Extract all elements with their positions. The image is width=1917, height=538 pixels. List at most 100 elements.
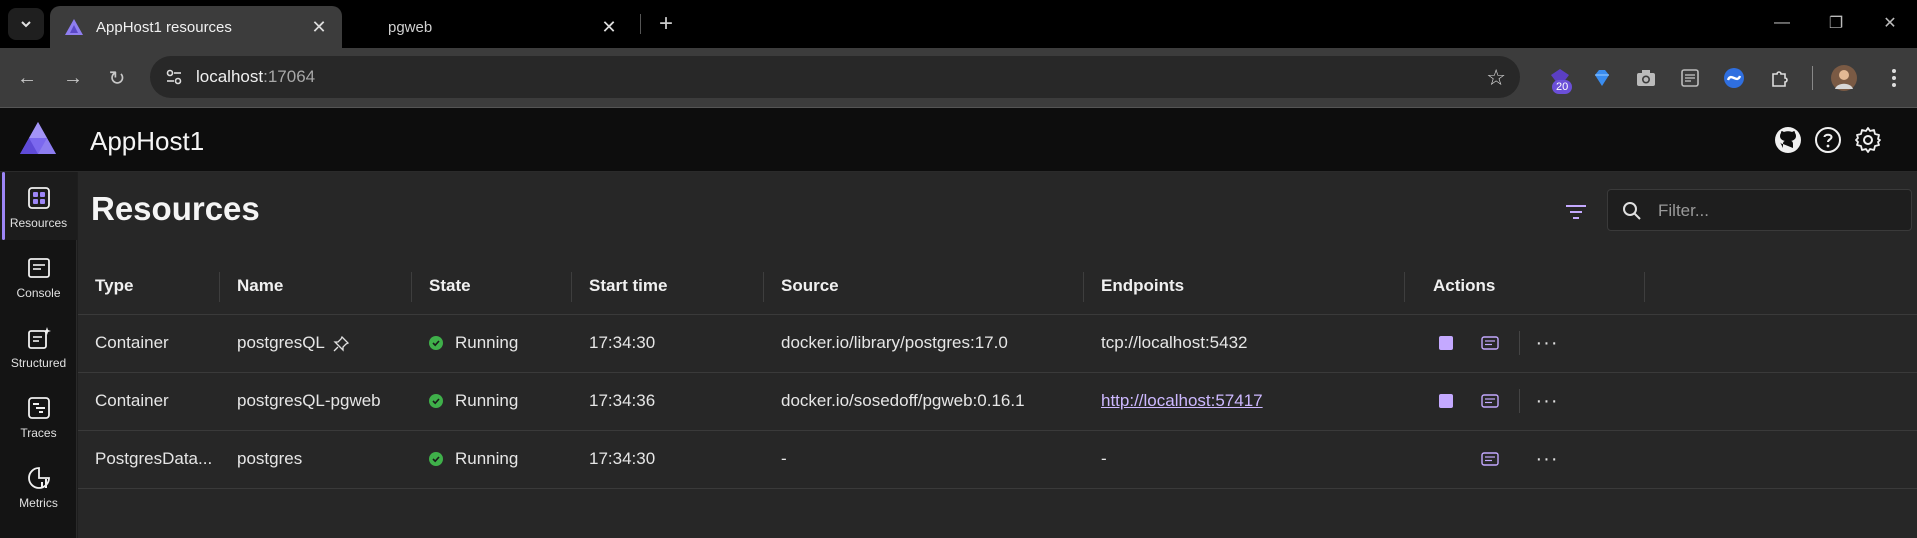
tab-divider [640,14,641,34]
cell-name: postgresQL-pgweb [220,372,412,431]
stop-resource-button[interactable] [1431,386,1461,416]
tab-search-button[interactable] [8,8,44,40]
column-header-start-time[interactable]: Start time [572,258,764,315]
console-logs-icon [1481,336,1499,350]
cell-state: Running [412,430,572,489]
help-icon[interactable] [1812,124,1844,156]
cell-type: Container [78,314,220,373]
nav-label: Metrics [19,496,58,510]
nav-item-structured[interactable]: Structured [0,312,77,380]
stop-icon [1439,336,1453,350]
actions-divider [1519,331,1520,355]
reload-icon[interactable]: ↻ [102,63,132,93]
console-logs-icon [1481,394,1499,408]
cell-endpoint: http://localhost:57417 [1084,372,1405,431]
app-header: AppHost1 [0,108,1917,172]
filter-field[interactable] [1607,189,1912,231]
column-header-type[interactable]: Type [78,258,220,315]
state-text: Running [455,449,519,468]
profile-avatar[interactable] [1830,64,1858,92]
tab-pgweb[interactable]: pgweb ✕ [348,6,632,48]
nav-label: Traces [20,426,57,440]
close-tab-icon[interactable]: ✕ [308,16,330,38]
table-row[interactable]: Container postgresQL Running 17:34:30 do… [78,314,1917,373]
url-text: localhost:17064 [196,67,315,87]
tab-title: AppHost1 resources [96,18,232,36]
close-tab-icon[interactable]: ✕ [598,16,620,38]
table-row[interactable]: PostgresData... postgres Running 17:34:3… [78,430,1917,489]
running-check-icon [429,336,443,350]
resources-icon [27,187,50,209]
metrics-icon [27,467,50,489]
column-header-state[interactable]: State [412,258,572,315]
aspire-logo-icon[interactable] [18,120,58,158]
filter-options-icon[interactable] [1560,196,1592,228]
column-header-endpoints[interactable]: Endpoints [1084,258,1405,315]
side-navigation: Resources Console Structured Traces Metr… [0,172,77,538]
running-check-icon [429,452,443,466]
resources-table: Type Name State Start time Source Endpoi… [78,258,1917,489]
nav-item-resources[interactable]: Resources [0,172,77,240]
cell-type: Container [78,372,220,431]
forward-arrow-icon[interactable]: → [58,63,88,93]
page-title: Resources [91,190,260,227]
back-arrow-icon[interactable]: ← [12,63,42,93]
reader-mode-icon[interactable] [1676,64,1704,92]
structured-logs-icon [27,327,51,349]
cell-endpoint: - [1084,430,1405,489]
nav-item-console[interactable]: Console [0,242,77,310]
address-bar[interactable]: localhost:17064 ☆ [150,56,1520,98]
close-window-icon[interactable]: ✕ [1870,8,1910,38]
toolbar-divider [1812,66,1813,90]
console-logs-button[interactable] [1475,386,1505,416]
minimize-icon[interactable]: — [1762,8,1802,38]
search-icon [1623,202,1641,220]
extension-gem-icon[interactable] [1588,64,1616,92]
console-logs-button[interactable] [1475,328,1505,358]
endpoint-link[interactable]: http://localhost:57417 [1101,391,1263,410]
browser-menu-icon[interactable] [1880,64,1908,92]
state-text: Running [455,391,519,410]
browser-tab-bar: AppHost1 resources ✕ pgweb ✕ + — ❐ ✕ [0,0,1917,48]
main-content: Resources Type Name State Start time Sou… [78,172,1917,538]
column-header-actions: Actions [1405,258,1917,315]
extension-swirl-icon[interactable] [1720,64,1748,92]
more-actions-button[interactable]: ··· [1532,328,1562,358]
stop-resource-button[interactable] [1431,328,1461,358]
traces-icon [27,397,50,419]
new-tab-button[interactable]: + [652,10,680,38]
settings-gear-icon[interactable] [1852,124,1884,156]
cell-actions: ··· [1405,314,1917,373]
column-header-name[interactable]: Name [220,258,412,315]
url-host: localhost [196,67,264,86]
cell-source: docker.io/sosedoff/pgweb:0.16.1 [764,372,1084,431]
site-info-icon[interactable] [164,67,184,87]
cell-name: postgres [220,430,412,489]
cell-start-time: 17:34:36 [572,372,764,431]
resource-name: postgresQL [237,333,325,352]
camera-icon[interactable] [1632,64,1660,92]
cell-start-time: 17:34:30 [572,314,764,373]
extensions-puzzle-icon[interactable] [1766,64,1794,92]
state-text: Running [455,333,519,352]
tab-apphost-resources[interactable]: AppHost1 resources ✕ [50,6,342,48]
pin-icon[interactable] [333,335,349,352]
cell-source: - [764,430,1084,489]
nav-item-traces[interactable]: Traces [0,382,77,450]
restore-icon[interactable]: ❐ [1816,8,1856,38]
nav-item-metrics[interactable]: Metrics [0,452,77,520]
cell-endpoint: tcp://localhost:5432 [1084,314,1405,373]
column-header-source[interactable]: Source [764,258,1084,315]
more-actions-button[interactable]: ··· [1532,444,1562,474]
github-icon[interactable] [1772,124,1804,156]
bookmark-star-icon[interactable]: ☆ [1486,65,1506,91]
console-logs-button[interactable] [1475,444,1505,474]
table-row[interactable]: Container postgresQL-pgweb Running 17:34… [78,372,1917,431]
more-actions-button[interactable]: ··· [1532,386,1562,416]
cell-start-time: 17:34:30 [572,430,764,489]
filter-input[interactable] [1658,198,1898,224]
chevron-down-icon [21,21,31,28]
actions-divider [1519,389,1520,413]
cell-type: PostgresData... [78,430,220,489]
cell-state: Running [412,372,572,431]
